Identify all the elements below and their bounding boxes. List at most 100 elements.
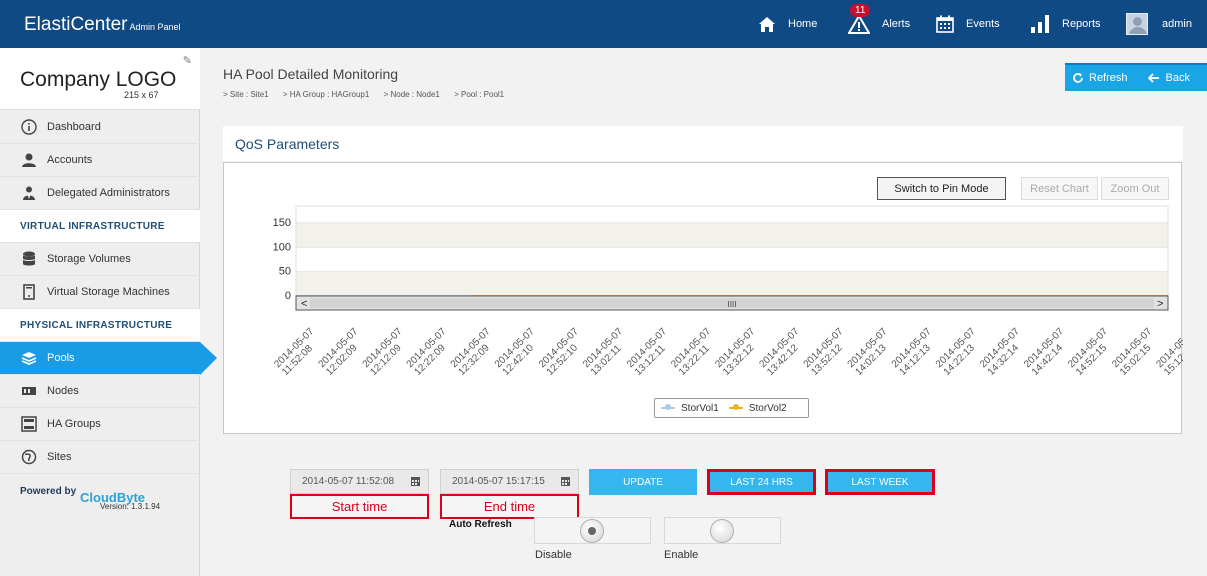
alerts-count-badge: 11 [850, 4, 871, 17]
version-label: Version: 1.3.1.94 [100, 502, 161, 511]
page-title: HA Pool Detailed Monitoring [223, 66, 399, 82]
breadcrumb-pool[interactable]: > Pool : Pool1 [454, 90, 510, 99]
refresh-icon [1073, 73, 1083, 83]
nav-alerts-label: Alerts [882, 18, 911, 30]
x-tick-label: 2014-05-0712:02:09 [316, 326, 360, 378]
sidebar-item-label: Pools [47, 352, 75, 364]
y-tick-label: 100 [273, 241, 291, 253]
section-physical-infrastructure: PHYSICAL INFRASTRUCTURE [0, 309, 200, 342]
sidebar-item-dashboard[interactable]: Dashboard [0, 111, 200, 144]
sidebar-item-label: HA Groups [47, 418, 101, 430]
sidebar-item-virtual-storage-machines[interactable]: Virtual Storage Machines [0, 276, 200, 309]
nav-events[interactable]: Events [936, 0, 1000, 48]
end-time-input[interactable]: 2014-05-07 15:17:15 [440, 469, 579, 494]
x-tick-label: 2014-05-0715:02:15 [1110, 326, 1154, 378]
nav-alerts[interactable]: 11 Alerts [848, 0, 910, 48]
nav-reports-label: Reports [1062, 18, 1101, 30]
last-week-button[interactable]: LAST WEEK [825, 469, 935, 495]
radio-knob[interactable] [710, 519, 734, 543]
enable-label: Enable [664, 549, 699, 561]
plot-band [296, 271, 1168, 296]
x-tick-label: 2014-05-0712:42:10 [493, 326, 537, 378]
x-tick-label: 2014-05-0714:22:13 [934, 326, 978, 378]
logo-size: 215 x 67 [124, 90, 159, 100]
qos-panel: QoS Parameters Switch to Pin Mode Reset … [223, 126, 1183, 434]
update-button[interactable]: UPDATE [589, 469, 697, 495]
user-icon [20, 151, 38, 169]
qos-line-chart[interactable]: 150100500< >IIII2014-05-0711:52:08 2014-05… [224, 163, 1183, 393]
x-tick-label: 2014-05-0712:32:09 [449, 326, 493, 378]
breadcrumb-ha-group[interactable]: > HA Group : HAGroup1 [283, 90, 376, 99]
calendar-icon[interactable] [561, 477, 570, 486]
sidebar-item-delegated-admins[interactable]: Delegated Administrators [0, 177, 200, 210]
brand-subtitle: Admin Panel [129, 22, 181, 32]
sidebar-item-storage-volumes[interactable]: Storage Volumes [0, 243, 200, 276]
y-tick-label: 150 [273, 217, 291, 229]
refresh-button[interactable]: Refresh [1072, 72, 1128, 84]
x-tick-label: 2014-05-0712:12:09 [361, 326, 405, 378]
sidebar-item-label: Accounts [47, 154, 93, 166]
x-tick-label: 2014-05-0713:52:12 [802, 326, 846, 378]
info-icon [20, 118, 38, 136]
auto-refresh-label: Auto Refresh [449, 519, 512, 530]
nav-events-label: Events [966, 18, 1000, 30]
auto-refresh-disable-radio[interactable] [534, 517, 651, 544]
qos-title: QoS Parameters [235, 136, 340, 152]
x-tick-label: 2014-05-0713:12:11 [625, 326, 669, 378]
sidebar-item-sites[interactable]: Sites [0, 441, 200, 474]
legend-storvol2[interactable]: StorVol2 [749, 403, 787, 414]
breadcrumb-site[interactable]: > Site : Site1 [223, 90, 275, 99]
x-tick-label: 2014-05-0714:12:13 [890, 326, 934, 378]
scroll-grip: IIII [728, 300, 737, 309]
node-icon [20, 382, 38, 400]
brand-name: ElastiCenter [24, 14, 128, 35]
bar-chart-icon [1031, 15, 1049, 33]
sidebar-item-label: Nodes [47, 385, 79, 397]
x-tick-label: 2014-05-0712:52:10 [537, 326, 581, 378]
end-time-annotation: End time [440, 494, 579, 519]
nav-home[interactable]: Home [758, 0, 817, 48]
scroll-left-arrow: < [301, 298, 307, 310]
sidebar-item-nodes[interactable]: Nodes [0, 375, 200, 408]
sidebar-item-pools[interactable]: Pools [0, 342, 217, 375]
radio-knob-selected[interactable] [580, 519, 604, 543]
database-icon [20, 250, 38, 268]
powered-by-label: Powered by [20, 486, 77, 497]
company-logo: Company LOGO 215 x 67 ✎ [0, 48, 200, 110]
auto-refresh-enable-radio[interactable] [664, 517, 781, 544]
globe-icon [20, 448, 38, 466]
x-tick-label: 2014-05-0713:42:12 [757, 326, 801, 378]
legend-storvol1[interactable]: StorVol1 [681, 403, 719, 414]
calendar-icon[interactable] [411, 477, 420, 486]
top-bar: ElastiCenter Admin Panel Home 11 Alerts E… [0, 0, 1207, 48]
user-tie-icon [20, 184, 38, 202]
arrow-left-icon [1147, 73, 1159, 83]
x-tick-label: 2014-05-0711:52:08 [272, 326, 316, 378]
avatar [1126, 13, 1148, 35]
last-24-hrs-button[interactable]: LAST 24 HRS [707, 469, 816, 495]
y-tick-label: 50 [279, 266, 291, 278]
x-tick-label: 2014-05-0714:52:15 [1066, 326, 1110, 378]
breadcrumb: > Site : Site1 > HA Group : HAGroup1 > N… [223, 90, 516, 99]
chart-legend: StorVol1 StorVol2 [654, 398, 809, 418]
nav-reports[interactable]: Reports [1030, 0, 1101, 48]
edit-pencil-icon[interactable]: ✎ [183, 54, 192, 67]
x-tick-label: 2014-05-0713:02:11 [581, 326, 625, 378]
sidebar-item-accounts[interactable]: Accounts [0, 144, 200, 177]
user-menu[interactable]: admin [1126, 0, 1192, 48]
back-button[interactable]: Back [1147, 72, 1190, 84]
sidebar-item-label: Dashboard [47, 121, 101, 133]
y-tick-label: 0 [285, 290, 291, 302]
home-icon [759, 16, 775, 32]
breadcrumb-node[interactable]: > Node : Node1 [384, 90, 446, 99]
plot-band [296, 222, 1168, 248]
disable-label: Disable [535, 549, 572, 561]
x-tick-label: 2014-05-0713:22:11 [669, 326, 713, 378]
sidebar-item-ha-groups[interactable]: HA Groups [0, 408, 200, 441]
server-icon [20, 283, 38, 301]
scroll-right-arrow: > [1157, 298, 1163, 310]
start-time-input[interactable]: 2014-05-07 11:52:08 [290, 469, 429, 494]
calendar-icon [936, 15, 954, 33]
sidebar-item-label: Storage Volumes [47, 253, 131, 265]
app-brand: ElastiCenter Admin Panel [24, 14, 181, 36]
